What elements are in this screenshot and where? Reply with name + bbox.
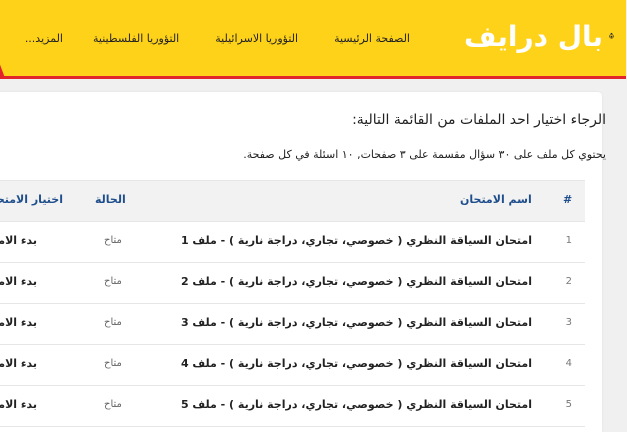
table-row: 4 امتحان السياقة النظري ( خصوصي، تجاري، … xyxy=(0,344,586,386)
row-number: 4 xyxy=(567,358,573,369)
start-exam-link[interactable]: بدء الامتحان xyxy=(0,275,38,288)
status-badge: متاح xyxy=(105,276,123,287)
header-red-stripe xyxy=(0,76,627,79)
column-header-exam-name: اسم الامتحان xyxy=(461,193,533,206)
start-exam-link[interactable]: بدء الامتحان xyxy=(0,357,38,370)
page-title: الرجاء اختيار احد الملفات من القائمة الت… xyxy=(353,112,607,128)
exam-name: امتحان السياقة النظري ( خصوصي، تجاري، در… xyxy=(182,398,533,411)
table-row: 2 امتحان السياقة النظري ( خصوصي، تجاري، … xyxy=(0,262,586,304)
main-nav: الصفحة الرئيسية التؤوريا الاسرائيلية الت… xyxy=(26,32,411,50)
status-badge: متاح xyxy=(105,358,123,369)
status-badge: متاح xyxy=(105,235,123,246)
table-row: 3 امتحان السياقة النظري ( خصوصي، تجاري، … xyxy=(0,303,586,345)
column-header-number: # xyxy=(564,193,573,206)
header-corner-decoration xyxy=(0,62,6,78)
row-number: 5 xyxy=(567,399,573,410)
exam-name: امتحان السياقة النظري ( خصوصي، تجاري، در… xyxy=(182,275,533,288)
steering-wheel-icon xyxy=(610,12,615,60)
start-exam-link[interactable]: بدء الامتحان xyxy=(0,234,38,247)
nav-more[interactable]: المزيد... xyxy=(26,32,64,50)
start-exam-link[interactable]: بدء الامتحان xyxy=(0,398,38,411)
row-number: 1 xyxy=(567,235,573,246)
page-description: يحتوي كل ملف على ٣٠ سؤال مقسمة على ٣ صفح… xyxy=(244,148,607,161)
nav-israeli-theory[interactable]: التؤوريا الاسرائيلية xyxy=(216,32,299,50)
nav-palestinian-theory[interactable]: التؤوريا الفلسطينية xyxy=(94,32,180,50)
column-header-choose-exam: اختيار الامتحان xyxy=(0,193,64,206)
table-row: 5 امتحان السياقة النظري ( خصوصي، تجاري، … xyxy=(0,385,586,427)
nav-home[interactable]: الصفحة الرئيسية xyxy=(335,32,411,50)
row-number: 3 xyxy=(567,317,573,328)
exam-name: امتحان السياقة النظري ( خصوصي، تجاري، در… xyxy=(182,316,533,329)
exam-name: امتحان السياقة النظري ( خصوصي، تجاري، در… xyxy=(182,357,533,370)
status-badge: متاح xyxy=(105,399,123,410)
status-badge: متاح xyxy=(105,317,123,328)
start-exam-link[interactable]: بدء الامتحان xyxy=(0,316,38,329)
row-number: 2 xyxy=(567,276,573,287)
logo-text: بال درايف xyxy=(465,20,604,53)
table-row: 1 امتحان السياقة النظري ( خصوصي، تجاري، … xyxy=(0,221,586,263)
site-logo[interactable]: بال درايف xyxy=(465,10,615,62)
exam-name: امتحان السياقة النظري ( خصوصي، تجاري، در… xyxy=(182,234,533,247)
column-header-status: الحالة xyxy=(96,193,127,206)
